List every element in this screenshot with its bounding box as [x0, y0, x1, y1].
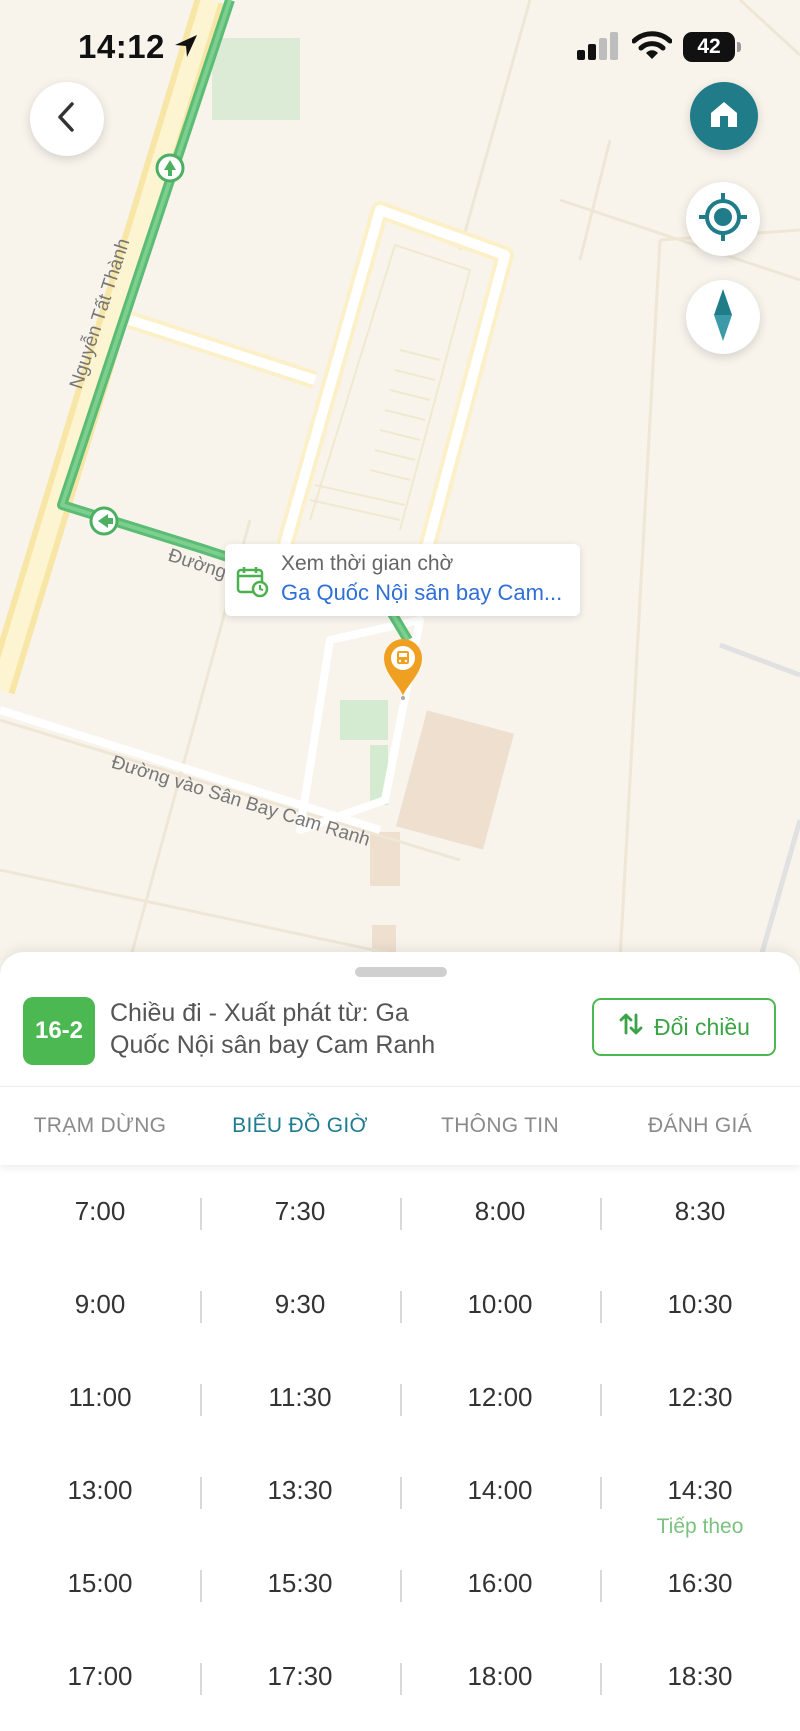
departure-time: 10:30	[667, 1289, 733, 1319]
route-number-badge: 16-2	[23, 997, 95, 1065]
departure-time: 9:00	[74, 1289, 126, 1319]
departure-time: 18:30	[667, 1661, 733, 1691]
timetable-row: 13:00 13:30 14:00 14:30 Tiếp theo	[0, 1453, 800, 1546]
tab-reviews[interactable]: ĐÁNH GIÁ	[600, 1087, 800, 1165]
departure-time: 17:30	[267, 1661, 333, 1691]
route-direction-text: Chiều đi - Xuất phát từ: Ga Quốc Nội sân…	[110, 997, 460, 1061]
departure-time: 9:30	[274, 1289, 326, 1319]
map-view[interactable]: Nguyễn Tất Thành Đường Đường vào Sân Bay…	[0, 0, 800, 960]
home-button[interactable]	[690, 82, 758, 150]
departure-time: 18:00	[467, 1661, 533, 1691]
stop-tooltip[interactable]: Xem thời gian chờ Ga Quốc Nội sân bay Ca…	[225, 544, 580, 616]
departure-time: 13:30	[267, 1475, 333, 1505]
route-detail-panel: 16-2 Chiều đi - Xuất phát từ: Ga Quốc Nộ…	[0, 952, 800, 1731]
drag-handle[interactable]	[355, 967, 447, 977]
compass-icon	[711, 287, 735, 348]
departure-time: 10:00	[467, 1289, 533, 1319]
departure-time: 7:30	[274, 1196, 326, 1226]
battery-level: 42	[683, 32, 735, 62]
cellular-signal-icon	[577, 32, 621, 67]
timetable-row: 9:00 9:30 10:00 10:30	[0, 1267, 800, 1360]
timetable-row: 17:00 17:30 18:00 18:30	[0, 1639, 800, 1731]
swap-arrows-icon	[618, 1011, 644, 1043]
tab-info[interactable]: THÔNG TIN	[400, 1087, 600, 1165]
status-bar: 14:12 42	[0, 0, 800, 95]
departure-time: 8:30	[674, 1196, 726, 1226]
timetable-grid: 7:00 7:30 8:00 8:30 9:00 9:30 10:00 10:3…	[0, 1174, 800, 1731]
departure-time: 11:30	[268, 1382, 332, 1412]
departure-time: 14:00	[467, 1475, 533, 1505]
tab-timetable[interactable]: BIỂU ĐỒ GIỜ	[200, 1087, 400, 1165]
status-time: 14:12	[78, 28, 165, 65]
tooltip-caption: Xem thời gian chờ	[281, 552, 454, 575]
tab-stops[interactable]: TRẠM DỪNG	[0, 1087, 200, 1165]
timetable-row: 15:00 15:30 16:00 16:30	[0, 1546, 800, 1639]
battery-indicator: 42	[683, 32, 741, 62]
departure-time: 8:00	[474, 1196, 526, 1226]
timetable-row: 7:00 7:30 8:00 8:30	[0, 1174, 800, 1267]
swap-direction-button[interactable]: Đổi chiều	[592, 998, 776, 1056]
timetable-row: 11:00 11:30 12:00 12:30	[0, 1360, 800, 1453]
next-departure-label: Tiếp theo	[656, 1515, 744, 1538]
compass-button[interactable]	[686, 280, 760, 354]
my-location-button[interactable]	[686, 182, 760, 256]
departure-time: 7:00	[74, 1196, 126, 1226]
home-icon	[707, 97, 741, 136]
departure-time: 16:30	[667, 1568, 733, 1598]
locate-icon	[696, 190, 750, 249]
departure-time: 12:30	[667, 1382, 733, 1412]
tooltip-stop-name-link[interactable]: Ga Quốc Nội sân bay Cam...	[281, 580, 562, 606]
tab-bar: TRẠM DỪNG BIỂU ĐỒ GIỜ THÔNG TIN ĐÁNH GIÁ	[0, 1086, 800, 1165]
swap-direction-label: Đổi chiều	[654, 1013, 750, 1040]
departure-time: 13:00	[67, 1475, 133, 1505]
back-icon	[54, 100, 80, 139]
route-direction-line2: Quốc Nội sân bay Cam Ranh	[110, 1031, 436, 1059]
departure-time: 15:30	[267, 1568, 333, 1598]
departure-time: 17:00	[67, 1661, 133, 1691]
departure-time: 15:00	[67, 1568, 133, 1598]
route-direction-line1: Chiều đi - Xuất phát từ: Ga	[110, 999, 409, 1027]
wifi-icon	[631, 30, 673, 67]
departure-time: 16:00	[467, 1568, 533, 1598]
departure-time: 12:00	[467, 1382, 533, 1412]
map-canvas	[0, 0, 800, 960]
departure-time: 11:00	[68, 1382, 132, 1412]
back-button[interactable]	[30, 82, 104, 156]
location-arrow-icon	[172, 32, 200, 65]
